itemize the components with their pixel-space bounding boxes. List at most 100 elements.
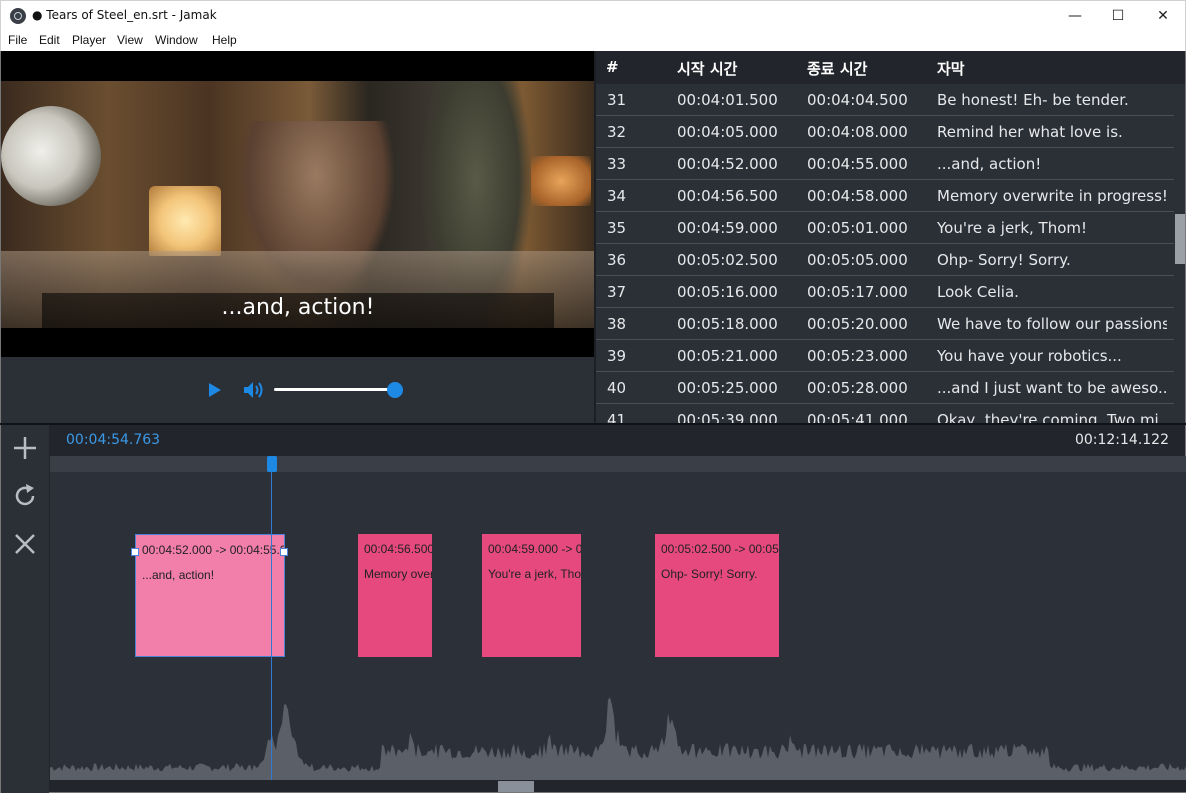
- timeline-toolbar: [1, 425, 49, 793]
- plus-icon[interactable]: [12, 435, 38, 461]
- cell-subtitle-text: Okay, they're coming. Two mi...: [937, 411, 1167, 423]
- cell-start-time: 00:04:56.500: [677, 187, 778, 205]
- menu-bar: File Edit Player View Window Help: [0, 30, 1186, 51]
- minimize-button[interactable]: —: [1052, 1, 1098, 31]
- table-row[interactable]: 37 00:05:16.000 00:05:17.000 Look Celia.: [596, 276, 1174, 308]
- table-row[interactable]: 40 00:05:25.000 00:05:28.000 ...and I just …: [596, 372, 1174, 404]
- cell-start-time: 00:04:05.000: [677, 123, 778, 141]
- block-resize-handle-left[interactable]: [131, 548, 139, 556]
- timeline-ruler[interactable]: [50, 456, 1186, 472]
- cell-subtitle-text: Memory overwrite in progress!: [937, 187, 1167, 205]
- subtitle-block[interactable]: 00:05:02.500 -> 00:05:05.000 Ohp- Sorry!…: [655, 534, 779, 657]
- subtitle-block-time: 00:05:02.500 -> 00:05:05.000: [661, 542, 779, 556]
- cell-subtitle-text: We have to follow our passions.: [937, 315, 1167, 333]
- cell-end-time: 00:05:17.000: [807, 283, 908, 301]
- refresh-icon[interactable]: [12, 483, 38, 509]
- cell-number: 34: [607, 187, 627, 205]
- menu-edit[interactable]: Edit: [39, 33, 60, 47]
- audio-waveform: [50, 697, 1186, 780]
- cell-end-time: 00:04:04.500: [807, 91, 908, 109]
- waveform-shape: [50, 697, 1186, 780]
- cell-start-time: 00:04:59.000: [677, 219, 778, 237]
- cell-subtitle-text: Look Celia.: [937, 283, 1019, 301]
- subtitle-block[interactable]: 00:04:52.000 -> 00:04:55.000 ...and, act…: [135, 534, 285, 657]
- table-row[interactable]: 31 00:04:01.500 00:04:04.500 Be honest! Eh-…: [596, 84, 1174, 116]
- cell-subtitle-text: Be honest! Eh- be tender.: [937, 91, 1129, 109]
- timeline-scrollbar-thumb[interactable]: [498, 781, 534, 792]
- volume-slider-track[interactable]: [274, 388, 395, 391]
- playhead-handle[interactable]: [267, 456, 277, 472]
- current-time: 00:04:54.763: [66, 432, 161, 448]
- cell-start-time: 00:04:52.000: [677, 155, 778, 173]
- total-duration: 00:12:14.122: [1074, 432, 1169, 448]
- table-row[interactable]: 39 00:05:21.000 00:05:23.000 You have your …: [596, 340, 1174, 372]
- table-row[interactable]: 34 00:04:56.500 00:04:58.000 Memory overwri…: [596, 180, 1174, 212]
- subtitle-block-text: Ohp- Sorry! Sorry.: [661, 567, 758, 581]
- cell-number: 40: [607, 379, 627, 397]
- cell-end-time: 00:05:20.000: [807, 315, 908, 333]
- maximize-button[interactable]: ☐: [1095, 1, 1141, 31]
- column-header-end[interactable]: 종료 시간: [807, 58, 867, 79]
- menu-file[interactable]: File: [8, 33, 27, 47]
- timeline-scrollbar[interactable]: [50, 780, 1186, 792]
- menu-view[interactable]: View: [117, 33, 143, 47]
- video-viewport[interactable]: ...and, action!: [1, 51, 594, 357]
- subtitle-block-time: 00:04:52.000 -> 00:04:55.000: [142, 543, 285, 557]
- cell-number: 32: [607, 123, 627, 141]
- table-row[interactable]: 41 00:05:39.000 00:05:41.000 Okay, they're …: [596, 404, 1174, 423]
- subtitle-block-time: 00:04:56.500 -> 00:04:58.000: [364, 542, 432, 556]
- subtitle-block[interactable]: 00:04:59.000 -> 00:05:01.000 You're a je…: [482, 534, 581, 657]
- cell-end-time: 00:05:41.000: [807, 411, 908, 423]
- title-bar: ● Tears of Steel_en.srt - Jamak — ☐ ✕: [0, 0, 1186, 30]
- table-row[interactable]: 32 00:04:05.000 00:04:08.000 Remind her wha…: [596, 116, 1174, 148]
- cell-number: 31: [607, 91, 627, 109]
- cell-number: 41: [607, 411, 627, 423]
- table-row[interactable]: 35 00:04:59.000 00:05:01.000 You're a jerk,…: [596, 212, 1174, 244]
- close-icon[interactable]: [12, 531, 38, 557]
- cell-subtitle-text: ...and I just want to be aweso...: [937, 379, 1167, 397]
- table-row[interactable]: 36 00:05:02.500 00:05:05.000 Ohp- Sorry! So…: [596, 244, 1174, 276]
- cell-end-time: 00:05:23.000: [807, 347, 908, 365]
- subtitle-block-text: You're a jerk, Thom!: [488, 567, 581, 581]
- video-frame: [1, 81, 594, 328]
- volume-slider-thumb[interactable]: [387, 382, 403, 398]
- cell-end-time: 00:05:05.000: [807, 251, 908, 269]
- cell-number: 38: [607, 315, 627, 333]
- cell-number: 33: [607, 155, 627, 173]
- table-row[interactable]: 33 00:04:52.000 00:04:55.000 ...and, action…: [596, 148, 1174, 180]
- subtitle-block[interactable]: 00:04:56.500 -> 00:04:58.000 Memory over…: [358, 534, 432, 657]
- cell-subtitle-text: You have your robotics...: [937, 347, 1122, 365]
- cell-end-time: 00:05:01.000: [807, 219, 908, 237]
- table-row[interactable]: 38 00:05:18.000 00:05:20.000 We have to fol…: [596, 308, 1174, 340]
- column-header-start[interactable]: 시작 시간: [677, 58, 737, 79]
- column-header-text[interactable]: 자막: [937, 58, 965, 79]
- timeline-panel: 00:04:54.763 00:12:14.122 00:04:52.000 -…: [0, 425, 1186, 793]
- block-resize-handle-right[interactable]: [280, 548, 288, 556]
- cell-number: 36: [607, 251, 627, 269]
- menu-player[interactable]: Player: [72, 33, 106, 47]
- cell-end-time: 00:04:08.000: [807, 123, 908, 141]
- subtitle-table: # 시작 시간 종료 시간 자막 31 00:04:01.500 00:04:04.…: [594, 51, 1186, 423]
- cell-start-time: 00:05:16.000: [677, 283, 778, 301]
- playhead-line: [271, 472, 272, 780]
- play-icon[interactable]: [208, 382, 222, 398]
- cell-start-time: 00:05:25.000: [677, 379, 778, 397]
- cell-start-time: 00:05:39.000: [677, 411, 778, 423]
- subtitle-block-time: 00:04:59.000 -> 00:05:01.000: [488, 542, 581, 556]
- cell-number: 35: [607, 219, 627, 237]
- table-scrollbar-thumb[interactable]: [1175, 214, 1185, 264]
- cell-end-time: 00:04:55.000: [807, 155, 908, 173]
- volume-icon[interactable]: [243, 381, 265, 399]
- window-title: ● Tears of Steel_en.srt - Jamak: [32, 8, 217, 22]
- cell-start-time: 00:05:21.000: [677, 347, 778, 365]
- cell-subtitle-text: ...and, action!: [937, 155, 1042, 173]
- cell-subtitle-text: Remind her what love is.: [937, 123, 1123, 141]
- cell-end-time: 00:04:58.000: [807, 187, 908, 205]
- menu-help[interactable]: Help: [212, 33, 237, 47]
- subtitle-block-text: Memory overwrite in progress!: [364, 567, 432, 581]
- column-header-number[interactable]: #: [606, 58, 619, 76]
- close-window-button[interactable]: ✕: [1140, 1, 1186, 31]
- app-icon: [10, 8, 26, 24]
- lamp-shape: [149, 186, 221, 256]
- menu-window[interactable]: Window: [155, 33, 198, 47]
